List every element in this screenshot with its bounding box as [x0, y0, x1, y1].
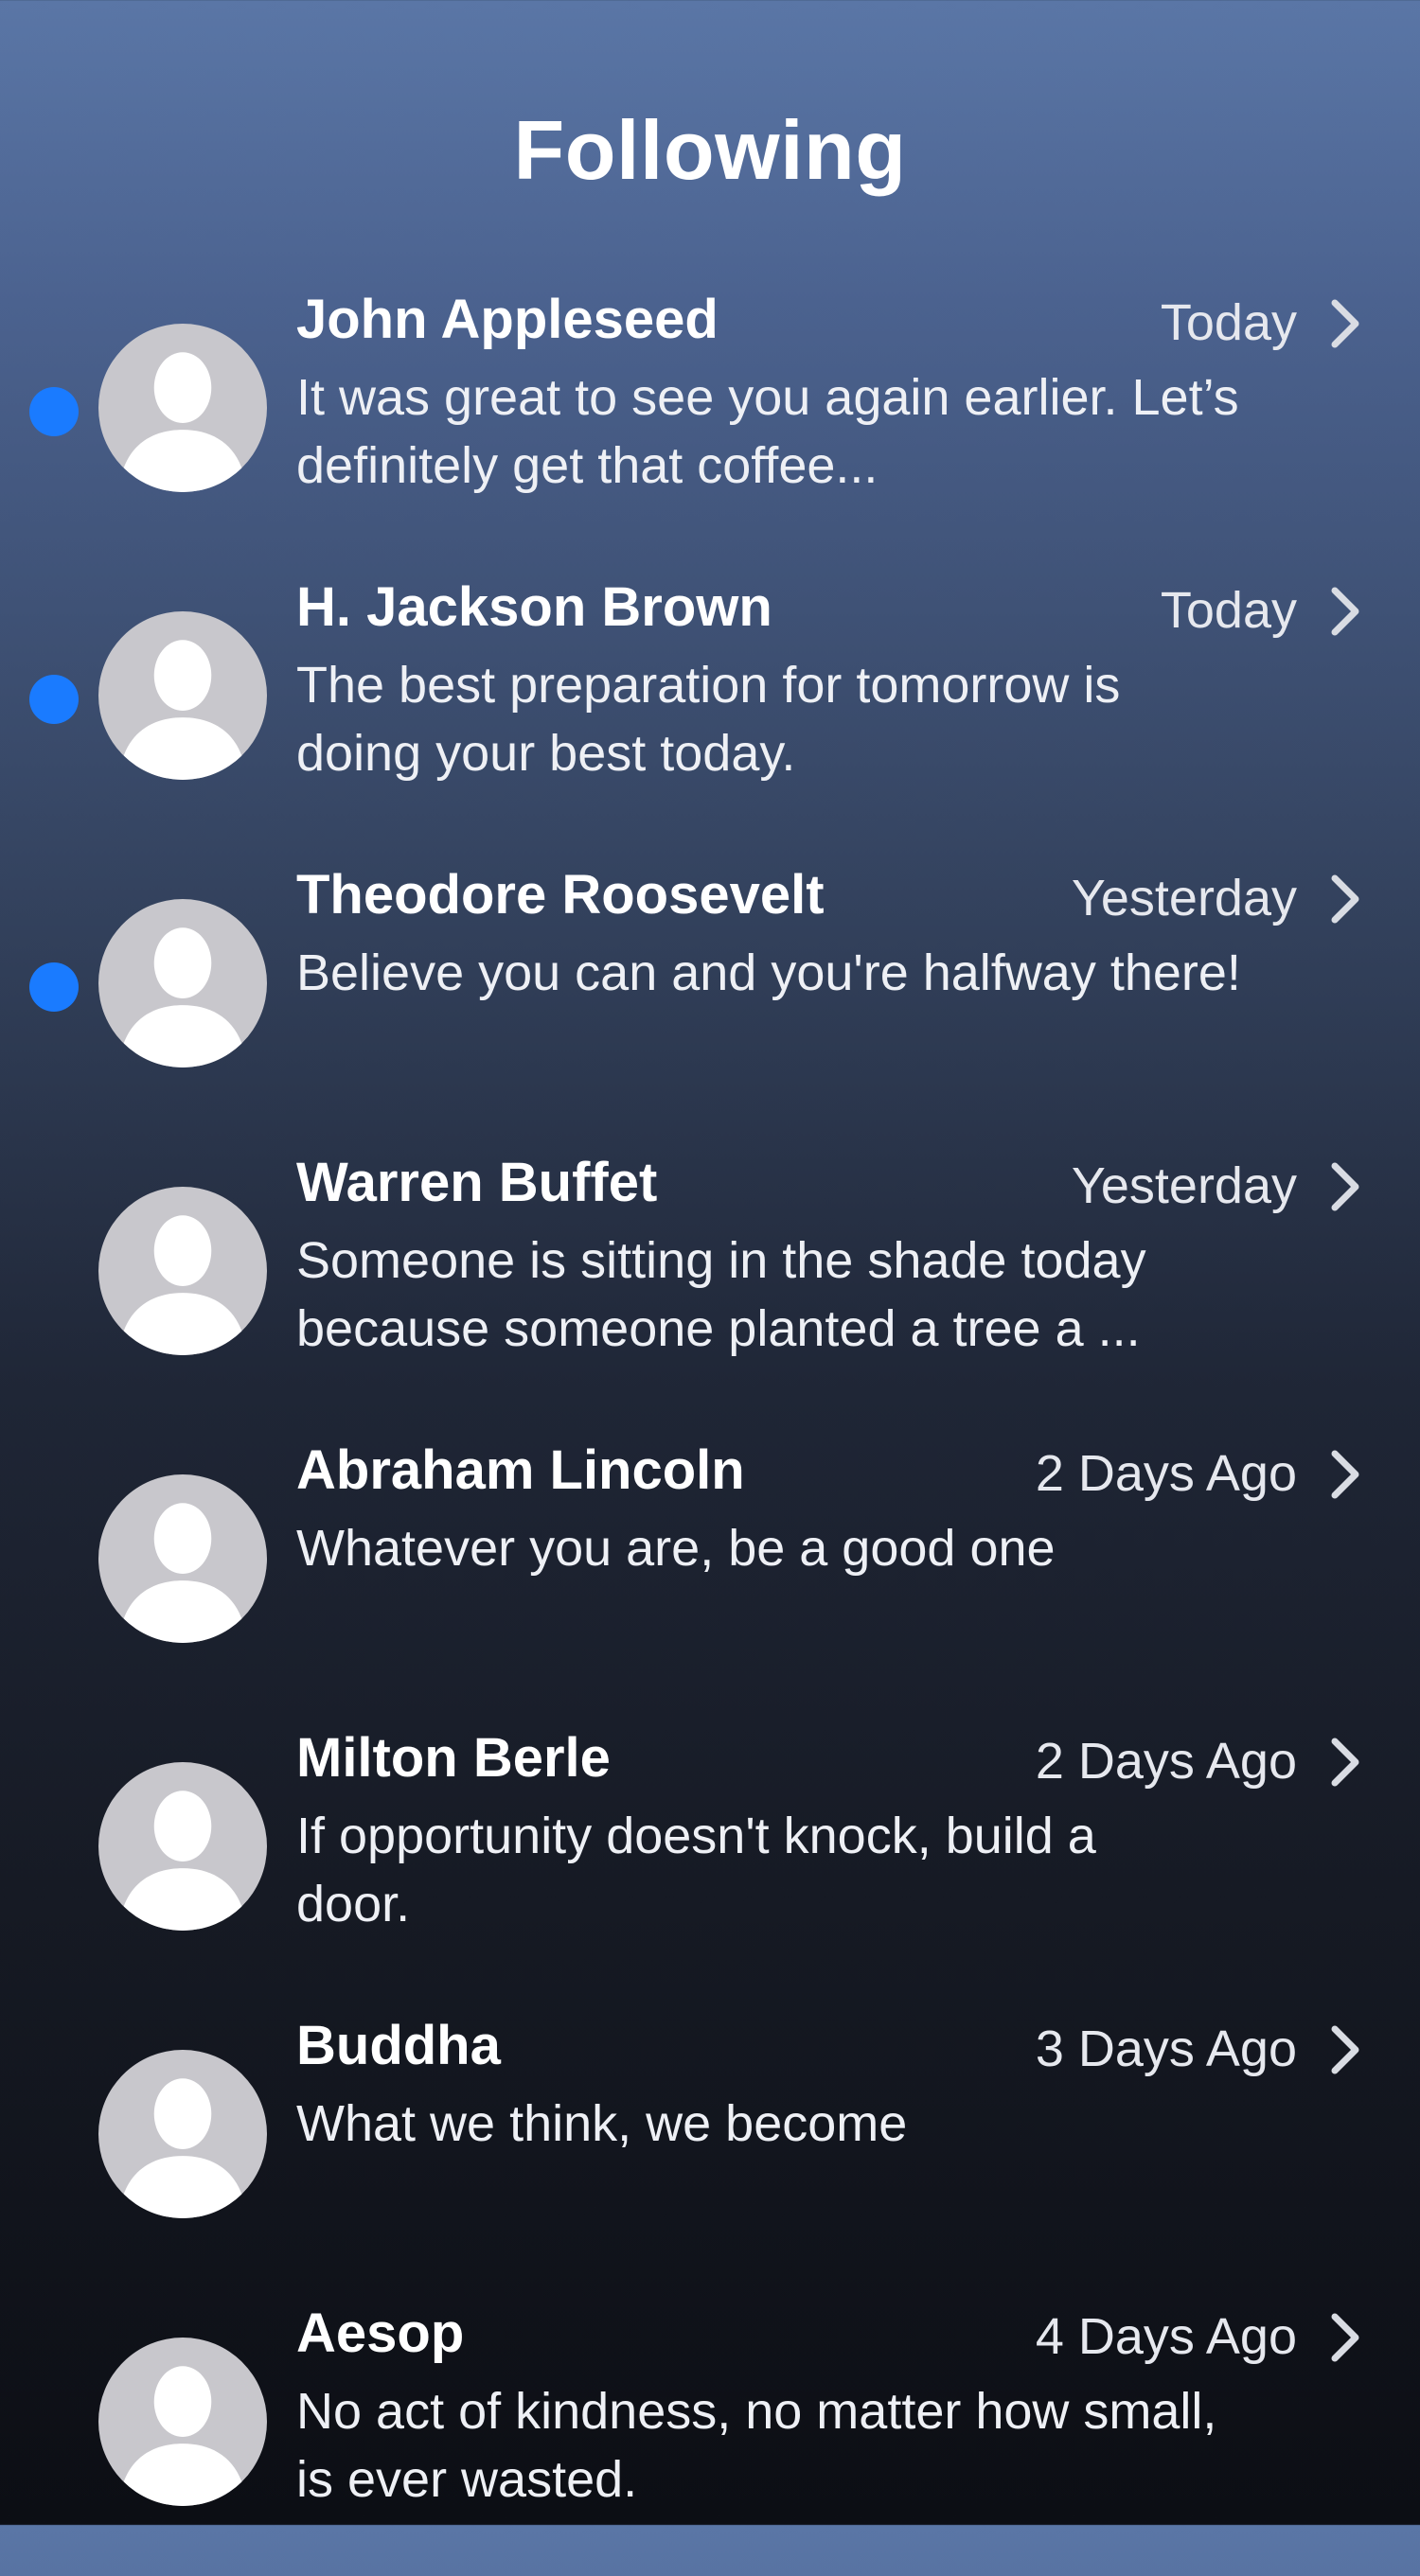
message-time: Yesterday — [1071, 1157, 1297, 1214]
chevron-right-icon — [1325, 1158, 1367, 1215]
unread-dot-icon — [29, 675, 79, 724]
person-silhouette-icon — [98, 2338, 267, 2506]
message-time: 4 Days Ago — [1035, 2308, 1297, 2365]
sender-name: H. Jackson Brown — [296, 576, 772, 638]
message-time: 3 Days Ago — [1035, 2020, 1297, 2077]
sender-name: Theodore Roosevelt — [296, 864, 825, 926]
message-preview: If opportunity doesn't knock, build a do… — [296, 1808, 1096, 1932]
chevron-right-icon — [1325, 871, 1367, 927]
sender-name: Milton Berle — [296, 1727, 611, 1789]
message-row-warren-buffet[interactable]: Warren Buffet Yesterday Someone is sitti… — [0, 1151, 1420, 1425]
message-preview: What we think, we become — [296, 2095, 908, 2152]
message-row-theodore-roosevelt[interactable]: Theodore Roosevelt Yesterday Believe you… — [0, 863, 1420, 1138]
message-row-john-appleseed[interactable]: John Appleseed Today It was great to see… — [0, 288, 1420, 562]
sender-name: Abraham Lincoln — [296, 1439, 745, 1501]
sender-name: Warren Buffet — [296, 1152, 658, 1213]
person-silhouette-icon — [98, 1187, 267, 1355]
sender-name: Aesop — [296, 2303, 465, 2364]
message-time: 2 Days Ago — [1035, 1445, 1297, 1502]
unread-dot-icon — [29, 962, 79, 1012]
message-time: Today — [1160, 582, 1297, 639]
message-preview: The best preparation for tomorrow is doi… — [296, 657, 1121, 782]
message-row-aesop[interactable]: Aesop 4 Days Ago No act of kindness, no … — [0, 2302, 1420, 2576]
person-silhouette-icon — [98, 1474, 267, 1643]
message-preview: Whatever you are, be a good one — [296, 1520, 1056, 1577]
chevron-right-icon — [1325, 1734, 1367, 1791]
person-silhouette-icon — [98, 1762, 267, 1931]
message-preview: Someone is sitting in the shade today be… — [296, 1232, 1146, 1357]
unread-dot-icon — [29, 387, 79, 436]
message-row-milton-berle[interactable]: Milton Berle 2 Days Ago If opportunity d… — [0, 1726, 1420, 2001]
person-silhouette-icon — [98, 324, 267, 492]
chevron-right-icon — [1325, 583, 1367, 640]
sender-name: John Appleseed — [296, 289, 719, 350]
person-silhouette-icon — [98, 611, 267, 780]
chevron-right-icon — [1325, 295, 1367, 352]
message-time: 2 Days Ago — [1035, 1733, 1297, 1790]
message-preview: It was great to see you again earlier. L… — [296, 369, 1239, 494]
message-row-abraham-lincoln[interactable]: Abraham Lincoln 2 Days Ago Whatever you … — [0, 1438, 1420, 1713]
message-preview: No act of kindness, no matter how small,… — [296, 2383, 1217, 2508]
message-time: Today — [1160, 294, 1297, 351]
sender-name: Buddha — [296, 2015, 501, 2076]
message-preview: Believe you can and you're halfway there… — [296, 944, 1241, 1001]
person-silhouette-icon — [98, 899, 267, 1067]
message-time: Yesterday — [1071, 870, 1297, 926]
chevron-right-icon — [1325, 2309, 1367, 2366]
page-title: Following — [513, 103, 907, 197]
message-row-buddha[interactable]: Buddha 3 Days Ago What we think, we beco… — [0, 2014, 1420, 2288]
message-row-h-jackson-brown[interactable]: H. Jackson Brown Today The best preparat… — [0, 575, 1420, 850]
chevron-right-icon — [1325, 2021, 1367, 2078]
person-silhouette-icon — [98, 2050, 267, 2218]
chevron-right-icon — [1325, 1446, 1367, 1503]
